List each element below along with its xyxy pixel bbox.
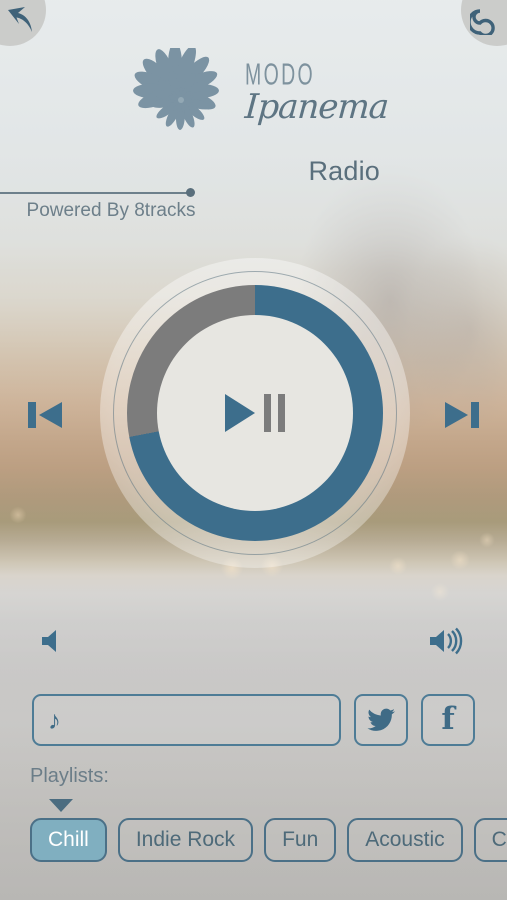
facebook-icon: f: [441, 700, 455, 737]
play-pause-button[interactable]: [157, 315, 353, 511]
previous-track-icon: [28, 402, 62, 428]
title-divider-dot: [186, 188, 195, 197]
playlist-chip[interactable]: Acoustic: [347, 818, 463, 862]
playlist-chip[interactable]: Calm: [473, 818, 507, 862]
playlists-label: Playlists:: [30, 765, 109, 787]
next-track-icon: [445, 402, 479, 428]
search-field[interactable]: ♪: [32, 694, 341, 746]
playlist-chip-label: Fun: [282, 828, 319, 851]
music-note-icon: ♪: [48, 705, 61, 735]
volume-high-icon: [430, 627, 463, 655]
playlist-chip[interactable]: Chill: [30, 818, 107, 862]
twitter-bird-icon: [367, 708, 395, 731]
brand-lockup: MODO Ipanema: [0, 46, 507, 142]
playlist-chip-label: Acoustic: [365, 828, 445, 851]
playlist-chip-label: Calm: [491, 828, 507, 851]
search-input[interactable]: [61, 710, 339, 730]
pause-icon: [264, 394, 285, 432]
brand-primary-text: MODO: [245, 57, 316, 92]
page-title: Radio: [308, 156, 380, 186]
back-arrow-icon: [8, 7, 32, 32]
volume-low-icon: [42, 630, 56, 652]
playlist-chip-label: Indie Rock: [135, 828, 236, 851]
playlist-chip-label: Chill: [48, 828, 89, 851]
search-and-share-row: ♪ f: [32, 694, 475, 746]
twitter-share-button[interactable]: [354, 694, 408, 746]
title-divider: [0, 192, 192, 194]
player-dial[interactable]: [100, 258, 410, 568]
volume-down-button[interactable]: [36, 618, 66, 664]
playlist-chip[interactable]: Fun: [264, 818, 337, 862]
volume-up-button[interactable]: [427, 618, 471, 664]
playlist-chip[interactable]: Indie Rock: [117, 818, 254, 862]
powered-by-label: Powered By 8tracks: [26, 200, 196, 221]
play-icon: [225, 394, 255, 432]
volume-row: [0, 618, 507, 664]
infinity-icon: [470, 9, 495, 35]
caret-down-icon: [49, 799, 73, 812]
next-track-button[interactable]: [433, 390, 491, 440]
previous-track-button[interactable]: [16, 390, 74, 440]
playlist-chip-list: Chill Indie Rock Fun Acoustic Calm: [30, 818, 507, 862]
brand-secondary-text: Ipanema: [243, 86, 390, 127]
daisy-spiral-flower-icon: [133, 48, 219, 130]
facebook-share-button[interactable]: f: [421, 694, 475, 746]
brand-wordmark: MODO Ipanema: [243, 57, 390, 127]
radio-player-screen: MODO Ipanema Radio Powered By 8tracks ♪ …: [0, 0, 507, 900]
